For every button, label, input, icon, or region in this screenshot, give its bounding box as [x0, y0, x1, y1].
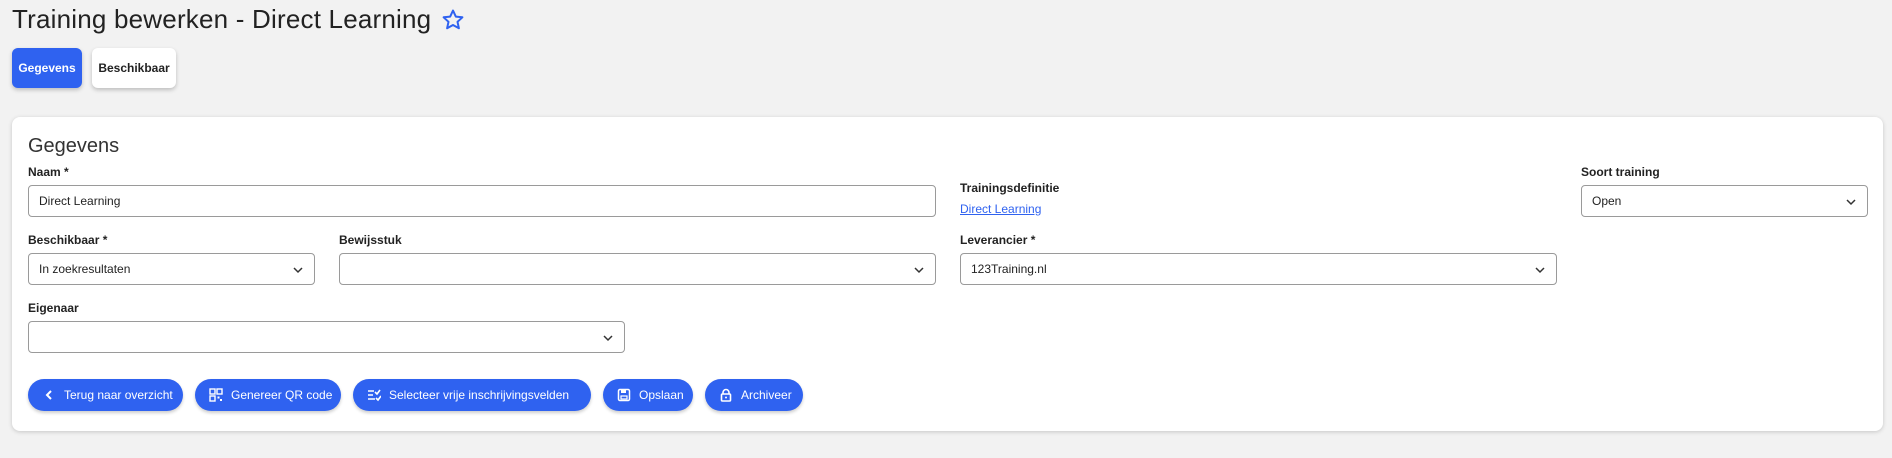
leverancier-select[interactable]: 123Training.nl [960, 253, 1557, 285]
soort-training-select[interactable]: Open [1581, 185, 1868, 217]
page-title-row: Training bewerken - Direct Learning [12, 4, 465, 35]
save-icon [617, 388, 631, 402]
leverancier-value: 123Training.nl [971, 262, 1047, 276]
chevron-down-icon [1846, 199, 1856, 206]
beschikbaar-value: In zoekresultaten [39, 262, 131, 276]
bewijsstuk-label: Bewijsstuk [339, 233, 402, 247]
genereer-qr-code-label: Genereer QR code [231, 388, 333, 402]
naam-input[interactable]: Direct Learning [28, 185, 936, 217]
chevron-down-icon [914, 267, 924, 274]
chevron-left-icon [45, 390, 52, 400]
bewijsstuk-select[interactable] [339, 253, 936, 285]
lock-icon [720, 388, 732, 402]
archiveer-button[interactable]: Archiveer [705, 379, 803, 411]
beschikbaar-select[interactable]: In zoekresultaten [28, 253, 315, 285]
soort-training-value: Open [1592, 194, 1622, 208]
star-icon[interactable] [441, 8, 465, 32]
naam-value: Direct Learning [39, 194, 121, 208]
archiveer-label: Archiveer [741, 388, 792, 402]
terug-naar-overzicht-button[interactable]: Terug naar overzicht [28, 379, 183, 411]
trainingsdefinitie-label: Trainingsdefinitie [960, 181, 1060, 195]
card-title: Gegevens [28, 135, 120, 157]
tab-gegevens[interactable]: Gegevens [12, 48, 82, 88]
eigenaar-label: Eigenaar [28, 301, 79, 315]
beschikbaar-label: Beschikbaar * [28, 233, 108, 247]
page-title: Training bewerken - Direct Learning [12, 4, 432, 34]
trainingsdefinitie-link[interactable]: Direct Learning [960, 202, 1041, 216]
selecteer-vrije-inschrijvingsvelden-label: Selecteer vrije inschrijvingsvelden [389, 388, 570, 402]
tab-beschikbaar[interactable]: Beschikbaar [92, 48, 176, 88]
chevron-down-icon [603, 335, 613, 342]
gegevens-card: Gegevens Naam * Direct Learning Training… [12, 117, 1883, 431]
qr-code-icon [209, 388, 223, 402]
chevron-down-icon [1535, 267, 1545, 274]
terug-naar-overzicht-label: Terug naar overzicht [64, 388, 173, 402]
chevron-down-icon [293, 267, 303, 274]
opslaan-button[interactable]: Opslaan [603, 379, 693, 411]
eigenaar-select[interactable] [28, 321, 625, 353]
checklist-icon [368, 389, 381, 402]
selecteer-vrije-inschrijvingsvelden-button[interactable]: Selecteer vrije inschrijvingsvelden [353, 379, 591, 411]
leverancier-label: Leverancier * [960, 233, 1036, 247]
soort-training-label: Soort training [1581, 165, 1660, 179]
tab-bar: Gegevens Beschikbaar [12, 48, 176, 88]
opslaan-label: Opslaan [639, 388, 684, 402]
naam-label: Naam * [28, 165, 69, 179]
genereer-qr-code-button[interactable]: Genereer QR code [195, 379, 341, 411]
